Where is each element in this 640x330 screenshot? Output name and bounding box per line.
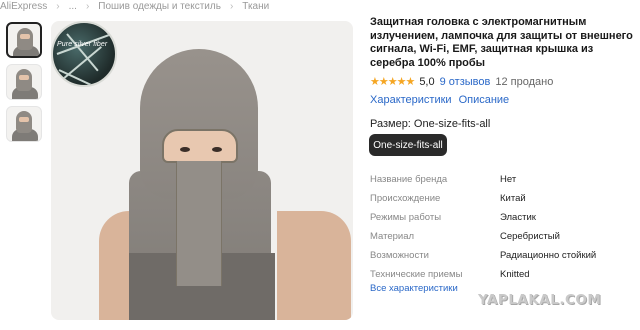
thumbnail-list bbox=[6, 22, 44, 148]
balaclava-face-flap bbox=[176, 161, 222, 286]
breadcrumb-item-ellipsis[interactable]: ... bbox=[69, 1, 77, 12]
size-option-button[interactable]: One-size-fits-all bbox=[369, 134, 447, 156]
sold-count: 12 продано bbox=[495, 75, 554, 88]
breadcrumb-item-aliexpress[interactable]: AliExpress bbox=[0, 1, 47, 12]
breadcrumb: AliExpress › ... › Пошив одежды и тексти… bbox=[0, 0, 269, 12]
product-info: Защитная головка с электромагнитным излу… bbox=[370, 16, 638, 106]
spec-key: Технические приемы bbox=[370, 269, 463, 280]
left-eye bbox=[180, 147, 190, 152]
tab-characteristics[interactable]: Характеристики bbox=[370, 94, 452, 106]
breadcrumb-separator-icon: › bbox=[229, 0, 234, 12]
breadcrumb-item-fabrics[interactable]: Ткани bbox=[242, 1, 269, 12]
spec-row: Возможности Радиационно стойкий bbox=[370, 246, 630, 265]
thumbnail-head-shape bbox=[16, 111, 32, 133]
thumbnail-face-shape bbox=[19, 75, 29, 80]
rating-row: ★★★★★ 5,0 9 отзывов 12 продано bbox=[370, 75, 638, 89]
badge-label: Pure silver fiber bbox=[57, 41, 108, 48]
spec-row: Происхождение Китай bbox=[370, 189, 630, 208]
spec-key: Происхождение bbox=[370, 193, 441, 204]
spec-value: Серебристый bbox=[500, 231, 560, 242]
rating-score: 5,0 bbox=[419, 75, 435, 88]
spec-value: Радиационно стойкий bbox=[500, 250, 597, 261]
watermark: YAPLAKAL.COM bbox=[478, 292, 602, 308]
thumbnail-head-shape bbox=[17, 28, 33, 50]
thumbnail-2[interactable] bbox=[6, 64, 42, 100]
model-shoulder-right bbox=[277, 211, 351, 320]
balaclava-eye-opening bbox=[162, 129, 238, 163]
info-tabs: Характеристики Описание bbox=[370, 94, 638, 106]
spec-value: Китай bbox=[500, 193, 526, 204]
silver-fiber-badge: Pure silver fiber bbox=[51, 21, 117, 87]
breadcrumb-item-sewing[interactable]: Пошив одежды и текстиль bbox=[98, 1, 221, 12]
right-eye bbox=[212, 147, 222, 152]
all-specs-link[interactable]: Все характеристики bbox=[370, 283, 458, 294]
spec-row: Материал Серебристый bbox=[370, 227, 630, 246]
fiber-strand bbox=[58, 69, 112, 85]
thumbnail-head-shape bbox=[16, 69, 32, 91]
breadcrumb-separator-icon: › bbox=[56, 0, 60, 12]
specs-table: Название бренда Нет Происхождение Китай … bbox=[370, 170, 630, 284]
spec-key: Материал bbox=[370, 231, 415, 242]
spec-value: Нет bbox=[500, 174, 517, 185]
reviews-link[interactable]: 9 отзывов bbox=[440, 76, 491, 88]
spec-row: Режимы работы Эластик bbox=[370, 208, 630, 227]
tab-description[interactable]: Описание bbox=[459, 94, 510, 106]
spec-key: Название бренда bbox=[370, 174, 448, 185]
size-label: Размер: One-size-fits-all bbox=[370, 118, 491, 130]
spec-row: Название бренда Нет bbox=[370, 170, 630, 189]
spec-key: Возможности bbox=[370, 250, 429, 261]
thumbnail-face-shape bbox=[20, 34, 30, 39]
spec-key: Режимы работы bbox=[370, 212, 442, 223]
product-main-image[interactable]: Pure silver fiber bbox=[51, 21, 353, 320]
thumbnail-1[interactable] bbox=[6, 22, 42, 58]
star-rating-icon: ★★★★★ bbox=[370, 76, 415, 88]
breadcrumb-separator-icon: › bbox=[85, 0, 90, 12]
thumbnail-3[interactable] bbox=[6, 106, 42, 142]
product-title: Защитная головка с электромагнитным излу… bbox=[370, 16, 633, 69]
spec-row: Технические приемы Knitted bbox=[370, 265, 630, 284]
thumbnail-face-shape bbox=[19, 117, 29, 122]
spec-value: Эластик bbox=[500, 212, 536, 223]
spec-value: Knitted bbox=[500, 269, 530, 280]
